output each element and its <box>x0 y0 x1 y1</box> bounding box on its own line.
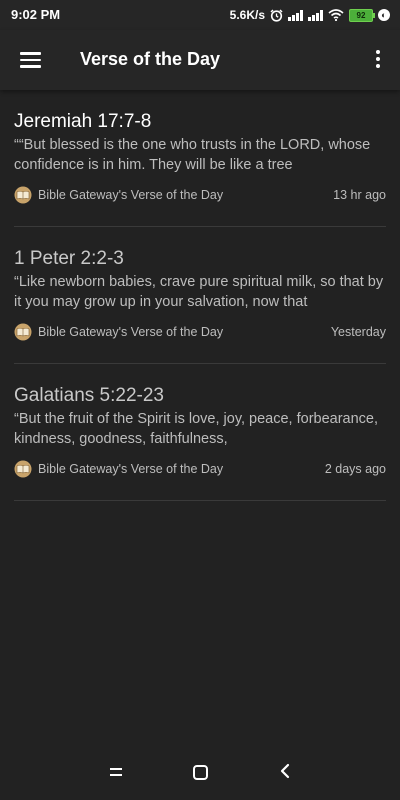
verse-card[interactable]: 1 Peter 2:2-3 “Like newborn babies, crav… <box>14 227 386 364</box>
network-speed: 5.6K/s <box>229 8 265 22</box>
verse-reference: 1 Peter 2:2-3 <box>14 248 124 269</box>
verse-meta: Bible Gateway's Verse of the Day 2 days … <box>14 459 386 479</box>
source-name: Bible Gateway's Verse of the Day <box>38 325 224 339</box>
verse-meta: Bible Gateway's Verse of the Day Yesterd… <box>14 322 386 342</box>
verse-excerpt: “But the fruit of the Spirit is love, jo… <box>14 411 379 447</box>
status-time: 9:02 PM <box>11 7 61 22</box>
page-title: Verse of the Day <box>80 49 221 69</box>
verse-card[interactable]: Jeremiah 17:7-8 ““But blessed is the one… <box>14 90 386 227</box>
recent-apps-icon[interactable] <box>110 766 124 778</box>
hamburger-menu-icon[interactable] <box>20 51 42 69</box>
source-name: Bible Gateway's Verse of the Day <box>38 462 224 476</box>
bible-book-icon <box>14 323 32 341</box>
verse-time: Yesterday <box>330 325 386 339</box>
bible-book-icon <box>14 460 32 478</box>
bible-book-icon <box>14 186 32 204</box>
wifi-icon <box>328 9 344 21</box>
home-icon[interactable] <box>193 765 208 780</box>
status-bar: 9:02 PM 5.6K/s 92 ◐ <box>0 0 400 30</box>
verse-card[interactable]: Galatians 5:22-23 “But the fruit of the … <box>14 364 386 501</box>
app-bar: Verse of the Day <box>0 30 400 90</box>
verse-time: 13 hr ago <box>333 188 386 202</box>
verse-excerpt: ““But blessed is the one who trusts in t… <box>14 137 371 173</box>
battery-icon: 92 <box>349 8 375 22</box>
source-name: Bible Gateway's Verse of the Day <box>38 188 224 202</box>
verse-excerpt: “Like newborn babies, crave pure spiritu… <box>14 274 384 310</box>
screen: 9:02 PM 5.6K/s 92 ◐ Verse of the Day Jer… <box>0 0 400 800</box>
signal-icon-2 <box>308 9 323 21</box>
signal-icon-1 <box>288 9 303 21</box>
back-icon[interactable] <box>278 763 292 779</box>
more-vert-icon[interactable] <box>374 49 382 69</box>
do-not-disturb-icon: ◐ <box>378 9 390 21</box>
verse-reference: Galatians 5:22-23 <box>14 385 164 406</box>
status-icons: 5.6K/s 92 ◐ <box>230 6 390 24</box>
verse-time: 2 days ago <box>324 462 386 476</box>
alarm-icon <box>270 8 283 22</box>
verse-reference: Jeremiah 17:7-8 <box>14 111 152 132</box>
verse-meta: Bible Gateway's Verse of the Day 13 hr a… <box>14 185 386 205</box>
system-nav-bar <box>0 746 400 800</box>
verse-list: Jeremiah 17:7-8 ““But blessed is the one… <box>0 90 400 501</box>
